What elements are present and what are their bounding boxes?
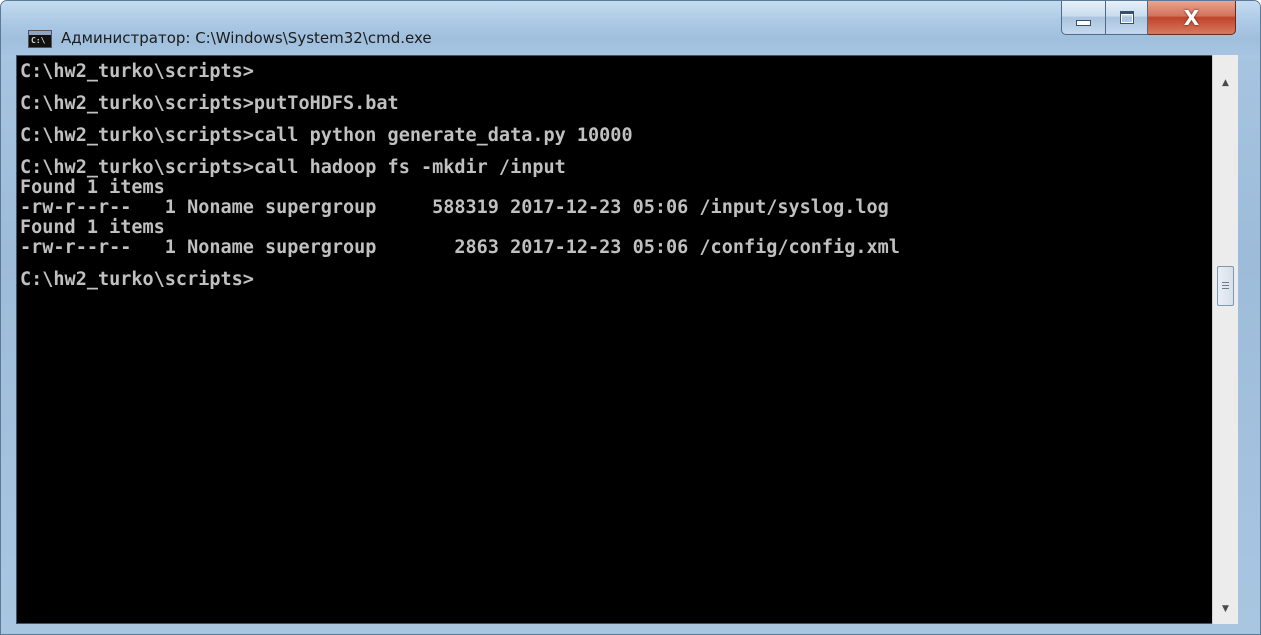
maximize-icon — [1119, 11, 1134, 24]
console-line: -rw-r--r-- 1 Noname supergroup 588319 20… — [20, 197, 889, 218]
console-lines: C:\hw2_turko\scripts> C:\hw2_turko\script… — [20, 62, 1213, 290]
minimize-button[interactable] — [1061, 1, 1106, 35]
vertical-scrollbar[interactable]: ▲ ▼ — [1212, 55, 1238, 624]
console-line: C:\hw2_turko\scripts>putToHDFS.bat — [20, 93, 399, 114]
console-line: Found 1 items — [20, 217, 165, 238]
grip-icon — [1222, 282, 1229, 290]
console-line: C:\hw2_turko\scripts> — [20, 61, 254, 82]
scroll-thumb[interactable] — [1217, 266, 1234, 306]
caption-buttons: X — [1061, 1, 1236, 35]
scroll-down-arrow-icon[interactable]: ▼ — [1213, 599, 1238, 619]
console-output[interactable]: C:\hw2_turko\scripts> C:\hw2_turko\script… — [16, 55, 1214, 624]
window-title: Администратор: C:\Windows\System32\cmd.e… — [61, 29, 432, 47]
console-line: C:\hw2_turko\scripts>call python generat… — [20, 125, 633, 146]
console-icon-text: C:\ — [31, 36, 46, 45]
console-line: C:\hw2_turko\scripts>call hadoop fs -mkd… — [20, 157, 566, 178]
maximize-button[interactable] — [1106, 1, 1148, 35]
console-line: -rw-r--r-- 1 Noname supergroup 2863 2017… — [20, 237, 900, 258]
minimize-icon — [1076, 19, 1091, 26]
console-line: Found 1 items — [20, 177, 165, 198]
close-button[interactable]: X — [1148, 1, 1236, 35]
console-icon[interactable]: C:\ — [28, 30, 52, 48]
scroll-up-arrow-icon[interactable]: ▲ — [1213, 73, 1238, 93]
console-line: C:\hw2_turko\scripts> — [20, 269, 254, 290]
title-bar[interactable]: C:\ Администратор: C:\Windows\System32\c… — [1, 1, 1260, 55]
cmd-window: C:\ Администратор: C:\Windows\System32\c… — [0, 0, 1261, 635]
window-bottom-border — [1, 623, 1260, 634]
close-icon: X — [1183, 5, 1200, 30]
